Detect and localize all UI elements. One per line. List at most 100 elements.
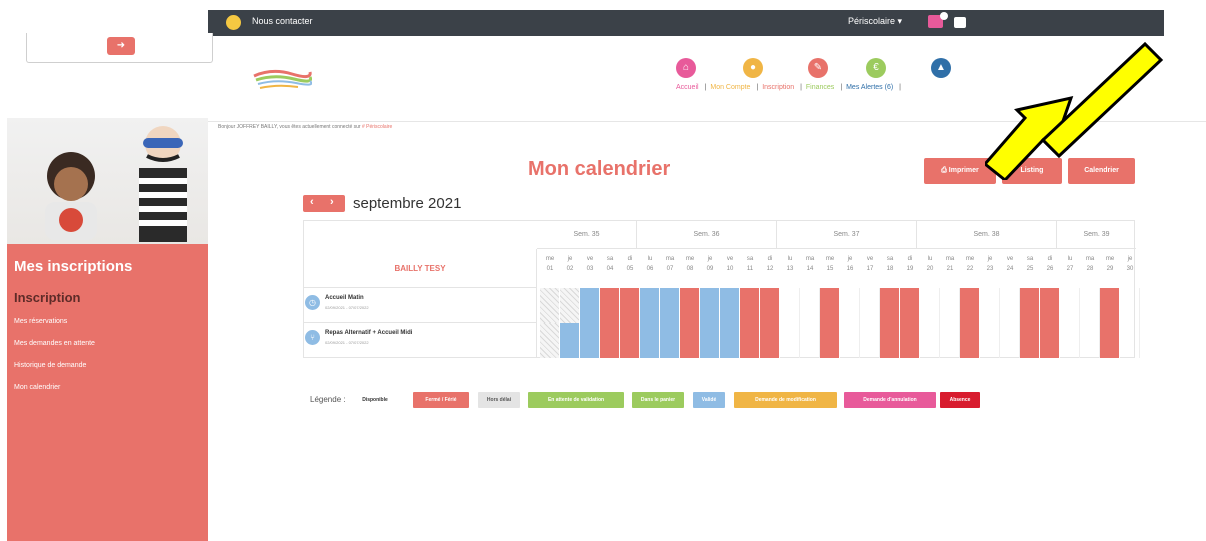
legend-item: Dans le panier — [632, 392, 684, 408]
calendar-cell[interactable] — [900, 288, 920, 323]
day-header: di 26 — [1046, 256, 1054, 272]
day-header: ve 24 — [1006, 256, 1014, 272]
calendar-cell[interactable] — [1060, 288, 1080, 323]
calendar-cell[interactable] — [720, 288, 740, 323]
site-logo[interactable] — [252, 66, 312, 94]
calendar-cell[interactable] — [1020, 323, 1040, 358]
calendar-cell[interactable] — [1060, 323, 1080, 358]
calendar-cell[interactable] — [1040, 323, 1060, 358]
calendar-cell[interactable] — [580, 288, 600, 323]
calendar-cell[interactable] — [540, 288, 560, 323]
calendar-cell[interactable] — [960, 323, 980, 358]
home-icon[interactable]: ⌂ — [676, 58, 696, 78]
nav-mon-compte[interactable]: Mon Compte — [710, 84, 750, 91]
day-header: me 01 — [545, 256, 555, 272]
contact-link[interactable]: Nous contacter — [252, 16, 313, 26]
calendar-cell[interactable] — [1100, 323, 1120, 358]
day-header: ma 07 — [665, 256, 675, 272]
calendar-cell[interactable] — [820, 288, 840, 323]
logout-button[interactable]: ➜ — [107, 37, 135, 55]
calendar-cell[interactable] — [800, 323, 820, 358]
legend-item: Demande d'annulation — [844, 392, 936, 408]
child-photo-left — [45, 152, 97, 240]
sidebar-item-pending[interactable]: Mes demandes en attente — [14, 340, 95, 347]
pencil-icon[interactable]: ✎ — [808, 58, 828, 78]
calendar-cell[interactable] — [1120, 323, 1140, 358]
calendar-cell[interactable] — [600, 288, 620, 323]
calendar-cell[interactable] — [680, 288, 700, 323]
activity-name: Accueil Matin — [325, 295, 364, 301]
calendar-cell[interactable] — [560, 323, 580, 358]
calendar-cell[interactable] — [900, 323, 920, 358]
calendar-cell[interactable] — [540, 323, 560, 358]
calendar-cell[interactable] — [940, 323, 960, 358]
calendar-cell[interactable] — [620, 288, 640, 323]
day-header: sa 18 — [886, 256, 894, 272]
calendar-cell[interactable] — [880, 323, 900, 358]
calendar-cell[interactable] — [840, 288, 860, 323]
calendar-cell[interactable] — [980, 323, 1000, 358]
next-month-icon[interactable]: › — [330, 196, 334, 208]
day-header: sa 11 — [746, 256, 754, 272]
calendar-cell[interactable] — [660, 288, 680, 323]
logout-icon[interactable] — [954, 17, 966, 28]
alert-icon[interactable]: ▲ — [931, 58, 951, 78]
legend-item: Disponible — [354, 392, 396, 408]
calendar-cell[interactable] — [920, 323, 940, 358]
calendar-cell[interactable] — [1080, 288, 1100, 323]
sidebar-subtitle[interactable]: Inscription — [14, 290, 80, 305]
day-header: me 15 — [825, 256, 835, 272]
day-header: sa 04 — [606, 256, 614, 272]
user-icon[interactable]: ● — [743, 58, 763, 78]
calendar-cell[interactable] — [600, 323, 620, 358]
calendar-cell[interactable] — [640, 288, 660, 323]
calendar-cell[interactable] — [560, 288, 580, 323]
calendar-cell[interactable] — [1100, 288, 1120, 323]
prev-month-icon[interactable]: ‹ — [310, 196, 314, 208]
fork-knife-icon: ⑂ — [305, 330, 320, 345]
calendar-cell[interactable] — [700, 288, 720, 323]
calendar-cell[interactable] — [640, 323, 660, 358]
calendar-cell[interactable] — [760, 323, 780, 358]
calendar-cell[interactable] — [880, 288, 900, 323]
calendar-cell[interactable] — [860, 323, 880, 358]
calendar-cell[interactable] — [800, 288, 820, 323]
greeting-context[interactable]: # Périscolaire — [362, 124, 392, 130]
euro-icon[interactable]: € — [866, 58, 886, 78]
calendar-cell[interactable] — [580, 323, 600, 358]
calendar-cell[interactable] — [960, 288, 980, 323]
calendar-cell[interactable] — [920, 288, 940, 323]
calendar-cell[interactable] — [1000, 323, 1020, 358]
calendar-cell[interactable] — [660, 323, 680, 358]
calendar-cell[interactable] — [1120, 288, 1140, 323]
calendar-cell[interactable] — [700, 323, 720, 358]
calendar-cell[interactable] — [740, 323, 760, 358]
calendar-cell[interactable] — [620, 323, 640, 358]
chat-icon[interactable] — [226, 15, 241, 30]
calendar-cell[interactable] — [680, 323, 700, 358]
calendar-cell[interactable] — [1080, 323, 1100, 358]
calendar-cell[interactable] — [860, 288, 880, 323]
calendar-cell[interactable] — [780, 323, 800, 358]
day-header: lu 27 — [1066, 256, 1074, 272]
sidebar-item-reservations[interactable]: Mes réservations — [14, 318, 67, 325]
calendar-cell[interactable] — [940, 288, 960, 323]
sidebar-item-calendar[interactable]: Mon calendrier — [14, 384, 60, 391]
nav-accueil[interactable]: Accueil — [676, 84, 699, 91]
calendar-cell[interactable] — [1020, 288, 1040, 323]
calendar-cell[interactable] — [780, 288, 800, 323]
calendar-cell[interactable] — [980, 288, 1000, 323]
calendar-cell[interactable] — [720, 323, 740, 358]
calendar-cell[interactable] — [840, 323, 860, 358]
nav-alertes[interactable]: Mes Alertes (6) — [846, 84, 893, 91]
nav-inscription[interactable]: Inscription — [762, 84, 794, 91]
calendar-cell[interactable] — [740, 288, 760, 323]
sidebar-item-history[interactable]: Historique de demande — [14, 362, 86, 369]
context-menu[interactable]: Périscolaire ▾ — [848, 16, 902, 27]
calendar-cell[interactable] — [1000, 288, 1020, 323]
calendar-cell[interactable] — [820, 323, 840, 358]
calendar-cell[interactable] — [760, 288, 780, 323]
nav-finances[interactable]: Finances — [806, 84, 834, 91]
calendar-cell[interactable] — [1040, 288, 1060, 323]
week-header: Sem. 38 — [917, 221, 1057, 249]
